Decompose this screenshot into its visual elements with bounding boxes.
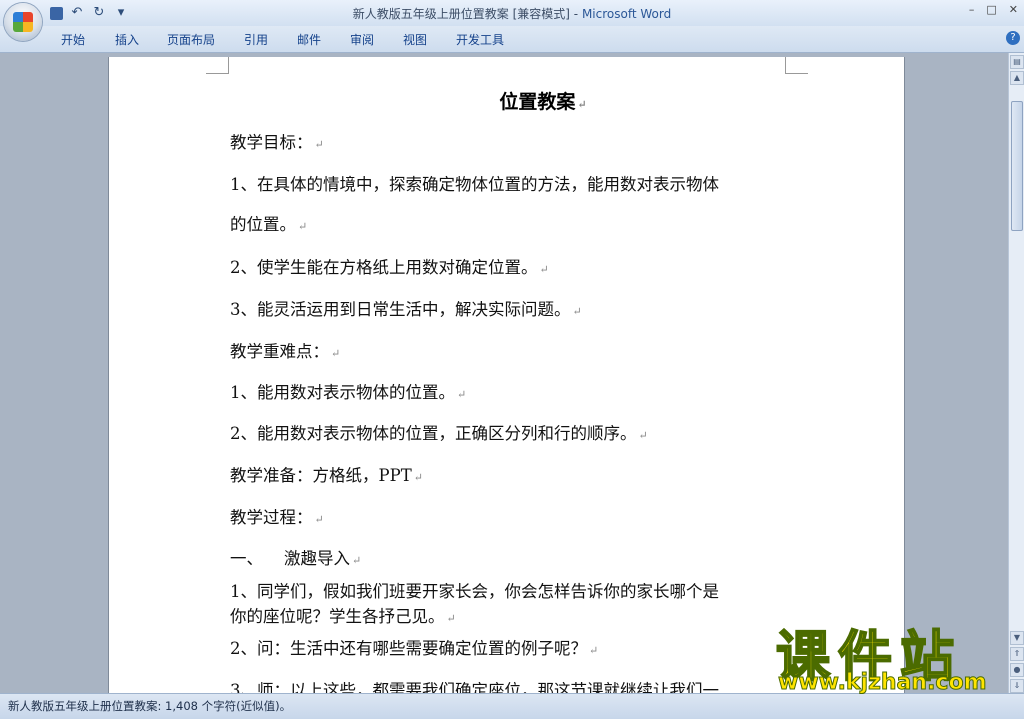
office-button[interactable] [4,3,42,41]
tab-page-layout[interactable]: 页面布局 [167,31,215,48]
margin-mark-right [785,57,808,74]
close-icon[interactable]: ✕ [1009,3,1018,16]
margin-mark-left [206,57,229,74]
status-text: 新人教版五年级上册位置教案: 1,408 个字符(近似值)。 [8,699,292,713]
restore-icon[interactable]: □ [986,3,996,16]
previous-page-icon[interactable]: ⇑ [1010,647,1024,661]
paragraph: 2、能用数对表示物体的位置，正确区分列和行的顺序。 ↵ [230,424,648,443]
tab-view[interactable]: 视图 [403,31,427,48]
select-browse-object-icon[interactable]: ● [1010,663,1024,677]
vertical-scrollbar[interactable]: ▤ ▲ ▼ ⇑ ● ⇓ [1008,53,1024,693]
tab-references[interactable]: 引用 [244,31,268,48]
help-icon[interactable]: ? [1006,31,1020,45]
document-name: 新人教版五年级上册位置教案 [兼容模式] [352,7,570,21]
minimize-icon[interactable]: – [969,3,975,16]
window-controls: – □ ✕ [969,3,1018,16]
paragraph: 你的座位呢？学生各抒己见。 ↵ [230,607,456,626]
tab-developer[interactable]: 开发工具 [456,31,504,48]
app-name: Microsoft Word [581,7,672,21]
scroll-thumb[interactable] [1011,101,1023,231]
paragraph: 教学过程： ↵ [230,508,324,527]
document-page[interactable]: 位置教案 ↵ 教学目标： ↵ 1、在具体的情境中，探索确定物体位置的方法，能用数对表… [109,57,904,693]
paragraph: 1、能用数对表示物体的位置。 ↵ [230,383,467,402]
watermark-logo: 课件站 www.kjzhan.com [772,612,1008,702]
ruler-toggle-icon[interactable]: ▤ [1010,55,1024,69]
paragraph: 教学重难点： ↵ [230,342,341,361]
office-logo-icon [13,12,33,32]
paragraph: 3、师：以上这些，都需要我们确定座位，那这节课就继续让我们一 [230,681,719,693]
paragraph: 教学准备：方格纸，PPT ↵ [230,466,423,485]
paragraph: 的位置。 ↵ [230,215,308,234]
paragraph: 教学目标： ↵ [230,133,324,152]
next-page-icon[interactable]: ⇓ [1010,679,1024,693]
tab-home[interactable]: 开始 [61,31,85,48]
paragraph: 2、使学生能在方格纸上用数对确定位置。 ↵ [230,258,549,277]
window-title: 新人教版五年级上册位置教案 [兼容模式] - Microsoft Word [0,5,1024,22]
scroll-down-icon[interactable]: ▼ [1010,631,1024,645]
watermark-url: www.kjzhan.com [778,670,988,696]
paragraph: 2、问：生活中还有哪些需要确定位置的例子呢？ ↵ [230,639,599,658]
paragraph: 3、能灵活运用到日常生活中，解决实际问题。 ↵ [230,300,582,319]
section-heading: 一、 激趣导入 ↵ [230,549,362,568]
tab-insert[interactable]: 插入 [115,31,139,48]
title-separator: - [569,7,582,21]
ribbon-tabs: 开始 插入 页面布局 引用 邮件 审阅 视图 开发工具 ? [0,26,1024,53]
document-title: 位置教案 ↵ [499,91,587,113]
document-workspace: 位置教案 ↵ 教学目标： ↵ 1、在具体的情境中，探索确定物体位置的方法，能用数对表… [0,53,1008,693]
tab-mailings[interactable]: 邮件 [297,31,321,48]
tab-review[interactable]: 审阅 [350,31,374,48]
title-bar: ↶ ↻ ▾ 新人教版五年级上册位置教案 [兼容模式] - Microsoft W… [0,0,1024,41]
scroll-up-icon[interactable]: ▲ [1010,71,1024,85]
paragraph: 1、在具体的情境中，探索确定物体位置的方法，能用数对表示物体 [230,175,719,194]
paragraph: 1、同学们，假如我们班要开家长会，你会怎样告诉你的家长哪个是 [230,582,719,601]
